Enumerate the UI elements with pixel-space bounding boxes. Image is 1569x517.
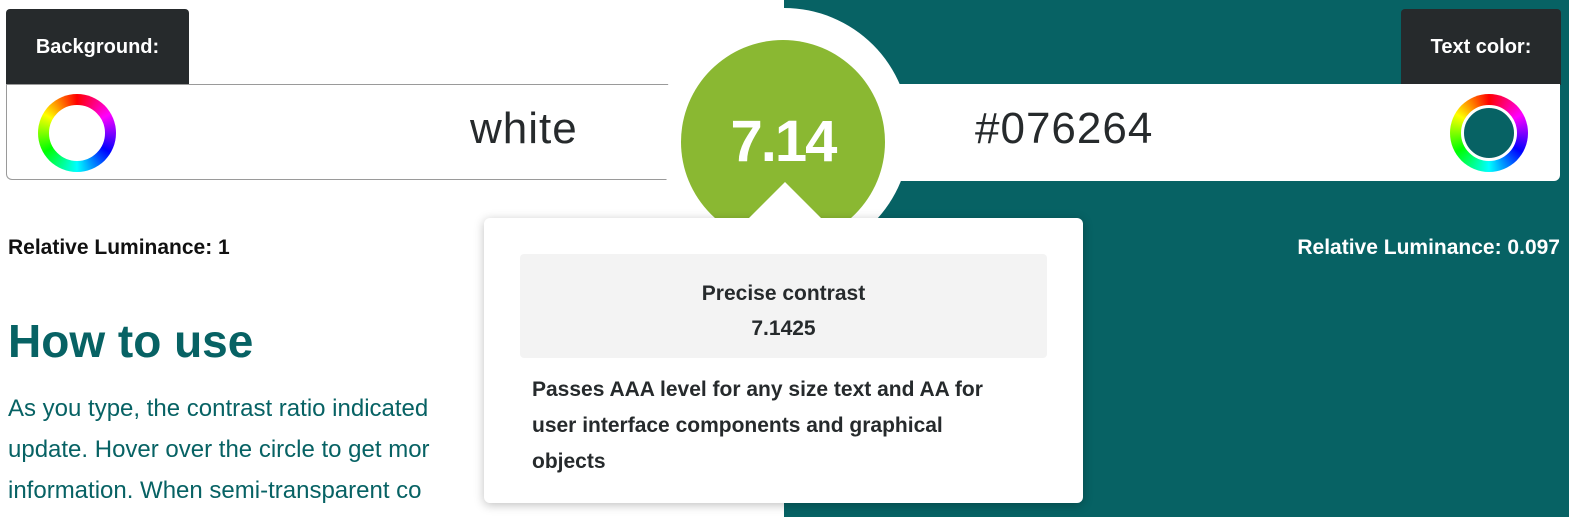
verdict-line: objects [532,450,606,473]
text-color-relative-luminance: Relative Luminance: 0.097 [1297,236,1560,259]
background-color-wheel-icon[interactable] [38,94,116,172]
verdict-line: Passes AAA level for any size text and A… [532,378,983,401]
background-relative-luminance: Relative Luminance: 1 [8,236,230,259]
precise-contrast-box: Precise contrast 7.1425 [520,254,1047,358]
text-color-value[interactable]: #076264 [975,104,1153,154]
tooltip-arrow [749,182,821,218]
background-tab: Background: [6,9,189,85]
precise-contrast-value: 7.1425 [751,317,816,340]
how-to-use-heading: How to use [8,315,254,367]
verdict-line: user interface components and graphical [532,414,943,437]
background-value[interactable]: white [470,104,578,154]
text-color-tab: Text color: [1401,9,1561,85]
precise-contrast-label: Precise contrast [701,282,866,305]
contrast-verdict: Passes AAA level for any size text and A… [532,372,1052,480]
text-color-wheel-icon[interactable] [1450,94,1528,172]
